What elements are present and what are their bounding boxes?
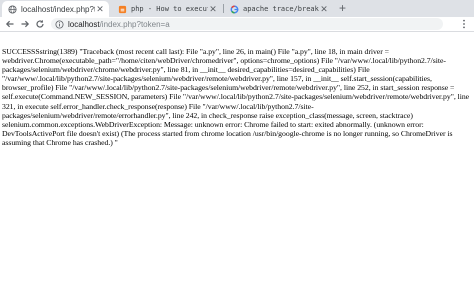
tab-strip: localhost/index.php?to ✕ php - How to ex… <box>0 0 474 17</box>
url-host: localhost <box>68 19 100 29</box>
close-icon[interactable]: ✕ <box>208 4 218 14</box>
google-icon <box>230 5 239 14</box>
new-tab-button[interactable]: + <box>336 2 349 15</box>
tab-localhost[interactable]: localhost/index.php?to ✕ <box>2 1 109 17</box>
forward-arrow-icon <box>21 20 30 28</box>
back-button[interactable] <box>4 18 16 30</box>
browser-toolbar: localhost/index.php?token=a <box>0 17 474 32</box>
tab-google-search[interactable]: apache trace/breakpoi ✕ <box>224 1 333 17</box>
forward-button[interactable] <box>19 18 31 30</box>
address-bar[interactable]: localhost/index.php?token=a <box>51 18 443 30</box>
reload-button[interactable] <box>34 18 46 30</box>
back-arrow-icon <box>5 20 14 28</box>
tab-stackoverflow[interactable]: php - How to execute p ✕ <box>112 1 222 17</box>
stackoverflow-icon <box>118 5 127 14</box>
page-output-text: SUCCESSSstring(1389) "Traceback (most re… <box>2 47 470 147</box>
tab-title: php - How to execute p <box>131 5 208 13</box>
close-icon[interactable]: ✕ <box>319 4 329 14</box>
reload-icon <box>36 19 44 28</box>
tab-title: localhost/index.php?to <box>21 4 95 14</box>
tab-title: apache trace/breakpoi <box>243 5 319 13</box>
menu-button[interactable] <box>459 18 469 30</box>
globe-icon <box>8 4 17 14</box>
url-path: /index.php?token=a <box>99 19 170 29</box>
info-icon <box>55 19 64 29</box>
close-icon[interactable]: ✕ <box>95 4 105 14</box>
more-vert-icon <box>463 19 465 29</box>
